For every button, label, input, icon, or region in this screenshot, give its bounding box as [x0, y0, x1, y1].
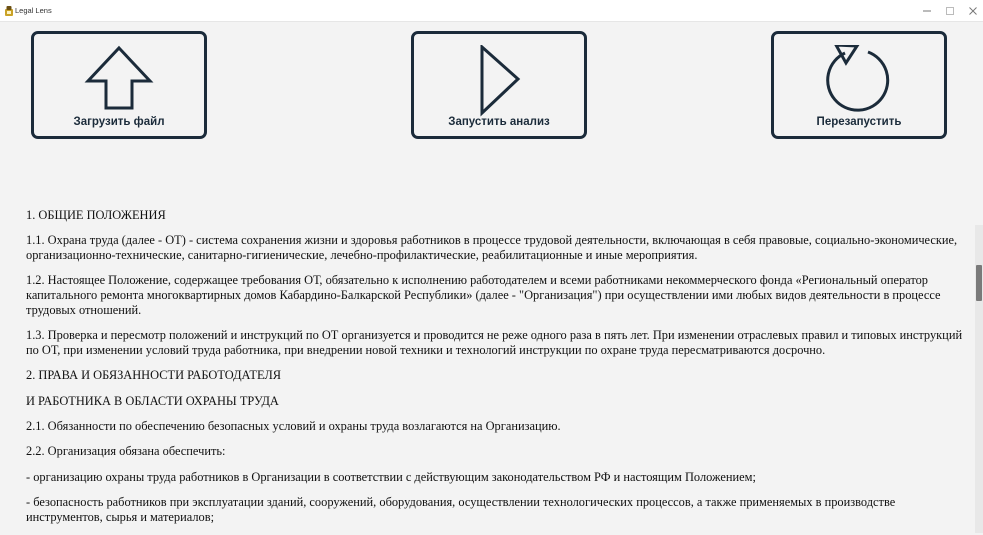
- document-paragraph: 2.1. Обязанности по обеспечению безопасн…: [26, 418, 561, 433]
- refresh-icon: [826, 45, 890, 112]
- restart-label: Перезапустить: [816, 116, 902, 128]
- document-paragraph: 2.2. Организация обязана обеспечить:: [26, 444, 226, 459]
- maximize-button[interactable]: [938, 0, 962, 22]
- app-logo-icon: [5, 6, 13, 16]
- run-analysis-button[interactable]: Запустить анализ: [411, 31, 587, 139]
- restart-button[interactable]: Перезапустить: [771, 31, 947, 139]
- minimize-button[interactable]: [915, 0, 939, 22]
- list-item: - безопасность работников при эксплуатац…: [26, 494, 896, 524]
- window-title: Legal Lens: [15, 6, 52, 15]
- list-item: - организацию охраны труда работников в …: [26, 469, 756, 484]
- title-bar: Legal Lens: [0, 0, 983, 22]
- section-heading: 1. ОБЩИЕ ПОЛОЖЕНИЯ: [26, 208, 166, 222]
- arrow-up-icon: [84, 45, 154, 110]
- play-icon: [480, 45, 521, 117]
- scrollbar-thumb[interactable]: [976, 265, 982, 301]
- close-button[interactable]: [961, 0, 983, 22]
- section-heading: 2. ПРАВА И ОБЯЗАННОСТИ РАБОТОДАТЕЛЯ: [26, 368, 282, 383]
- minimize-icon: [923, 10, 931, 12]
- run-analysis-label: Запустить анализ: [448, 116, 550, 128]
- maximize-icon: [946, 7, 954, 15]
- document-paragraph: 1.3. Проверка и пересмотр положений и ин…: [26, 328, 963, 358]
- document-paragraph: 1.2. Настоящее Положение, содержащее тре…: [26, 273, 941, 317]
- section-heading: И РАБОТНИКА В ОБЛАСТИ ОХРАНЫ ТРУДА: [26, 393, 279, 408]
- document-paragraph: 1.1. Охрана труда (далее - ОТ) - система…: [26, 233, 958, 263]
- upload-file-button[interactable]: Загрузить файл: [31, 31, 207, 139]
- upload-file-label: Загрузить файл: [73, 116, 165, 128]
- document-text: 1. ОБЩИЕ ПОЛОЖЕНИЯ 1.1. Охрана труда (да…: [26, 208, 968, 535]
- vertical-scrollbar[interactable]: [975, 225, 983, 533]
- close-icon: [969, 7, 977, 15]
